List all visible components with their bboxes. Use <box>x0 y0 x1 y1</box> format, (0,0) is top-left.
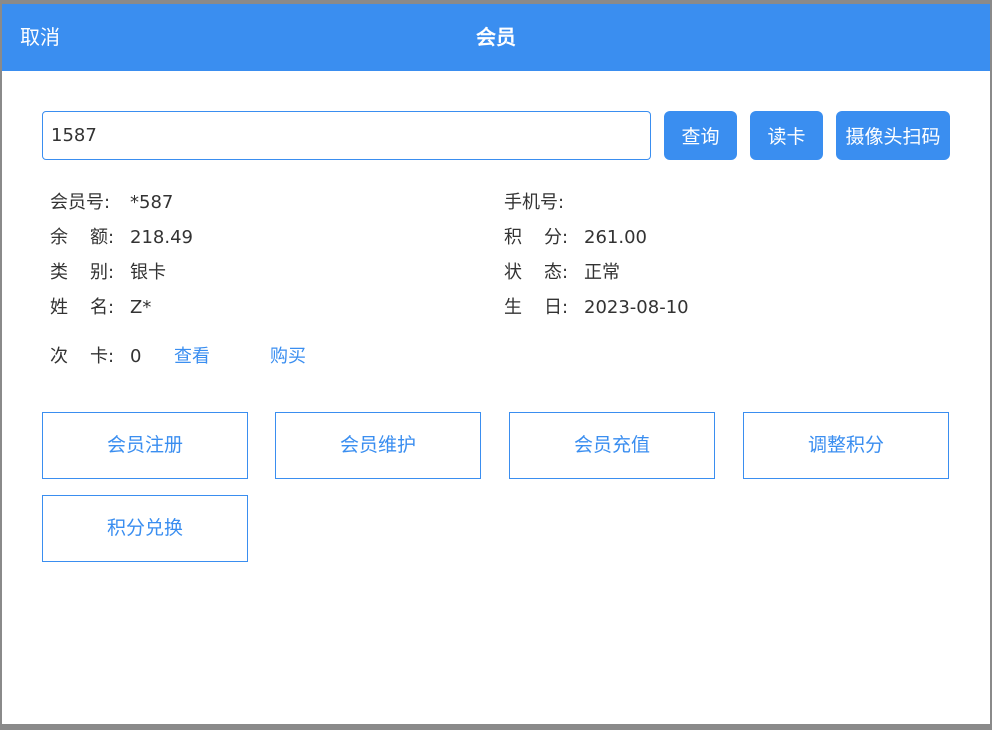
member-window: 会员 取消 查询 读卡 摄像头扫码 会员号: *587 余 额: 218.49 类 别:… <box>2 4 990 724</box>
buy-times-card-link[interactable]: 购买 <box>270 345 306 369</box>
member-no-value: *587 <box>130 192 174 213</box>
name-label-1: 姓 <box>50 297 68 318</box>
member-no-row: 会员号: *587 <box>50 191 173 215</box>
status-label-2: 态: <box>544 262 569 283</box>
status-value: 正常 <box>584 262 620 283</box>
status-row: 状 态: 正常 <box>504 261 620 285</box>
member-recharge-button[interactable]: 会员充值 <box>509 412 715 479</box>
view-times-card-link[interactable]: 查看 <box>174 345 210 369</box>
name-row: 姓 名: Z* <box>50 296 151 320</box>
page-title: 会员 <box>476 25 516 49</box>
cancel-button[interactable]: 取消 <box>20 4 60 71</box>
times-card-label-2: 卡: <box>90 346 115 367</box>
redeem-points-button[interactable]: 积分兑换 <box>42 495 248 562</box>
phone-row: 手机号: <box>504 191 584 215</box>
points-label-1: 积 <box>504 227 522 248</box>
name-label-2: 名: <box>90 297 115 318</box>
category-label-1: 类 <box>50 262 68 283</box>
read-card-button[interactable]: 读卡 <box>750 111 823 160</box>
points-row: 积 分: 261.00 <box>504 226 647 250</box>
member-search-input[interactable] <box>42 111 651 160</box>
balance-label-2: 额: <box>90 227 115 248</box>
times-card-row: 次 卡: 0 <box>50 345 141 369</box>
member-register-button[interactable]: 会员注册 <box>42 412 248 479</box>
points-value: 261.00 <box>584 227 647 248</box>
balance-label-1: 余 <box>50 227 68 248</box>
times-card-label-1: 次 <box>50 346 68 367</box>
points-label-2: 分: <box>544 227 569 248</box>
balance-row: 余 额: 218.49 <box>50 226 193 250</box>
birthday-label-1: 生 <box>504 297 522 318</box>
member-maintain-button[interactable]: 会员维护 <box>275 412 481 479</box>
times-card-value: 0 <box>130 346 142 367</box>
category-label-2: 别: <box>90 262 115 283</box>
category-row: 类 别: 银卡 <box>50 261 166 285</box>
birthday-value: 2023-08-10 <box>584 297 689 318</box>
category-value: 银卡 <box>130 262 166 283</box>
member-no-label: 会员号: <box>50 192 111 213</box>
birthday-label-2: 日: <box>544 297 569 318</box>
birthday-row: 生 日: 2023-08-10 <box>504 296 689 320</box>
balance-value: 218.49 <box>130 227 193 248</box>
header-bar: 会员 取消 <box>2 4 990 71</box>
phone-label: 手机号: <box>504 192 565 213</box>
adjust-points-button[interactable]: 调整积分 <box>743 412 949 479</box>
status-label-1: 状 <box>504 262 522 283</box>
camera-scan-button[interactable]: 摄像头扫码 <box>836 111 950 160</box>
query-button[interactable]: 查询 <box>664 111 737 160</box>
name-value: Z* <box>130 297 152 318</box>
